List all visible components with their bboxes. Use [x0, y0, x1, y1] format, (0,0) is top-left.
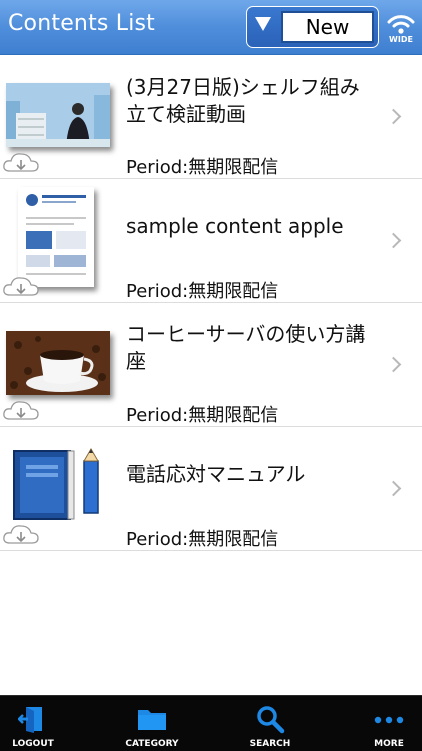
tab-search-label: SEARCH	[249, 739, 291, 749]
chevron-right-icon	[385, 356, 402, 373]
page-title: Contents List	[8, 11, 156, 36]
item-title: sample content apple	[126, 214, 344, 238]
dropdown-arrow-icon[interactable]	[255, 17, 271, 31]
chevron-right-icon	[385, 232, 402, 249]
search-icon	[257, 706, 285, 734]
list-item[interactable]: 電話応対マニュアル Period:無期限配信	[0, 427, 422, 551]
tab-search[interactable]: SEARCH	[230, 696, 310, 751]
item-title: (3月27日版)シェルフ組み立て検証動画	[126, 75, 360, 126]
item-title: 電話応対マニュアル	[126, 462, 306, 486]
logout-icon	[18, 707, 42, 733]
item-period: Period:無期限配信	[126, 405, 279, 426]
download-cloud-icon[interactable]	[1, 149, 41, 175]
sort-dropdown[interactable]: New	[246, 6, 379, 48]
more-icon	[374, 716, 404, 724]
tab-more[interactable]: MORE	[349, 696, 422, 751]
wifi-icon	[387, 15, 415, 34]
wifi-button[interactable]: WIDE	[384, 11, 418, 47]
download-cloud-icon[interactable]	[1, 397, 41, 423]
item-period: Period:無期限配信	[126, 529, 279, 550]
chevron-right-icon	[385, 480, 402, 497]
video-thumbnail	[6, 331, 110, 395]
wifi-label: WIDE	[389, 35, 413, 44]
tab-logout-label: LOGOUT	[12, 739, 54, 749]
video-thumbnail	[6, 83, 110, 147]
manual-thumbnail	[10, 447, 110, 523]
list-item[interactable]: (3月27日版)シェルフ組み立て検証動画 Period:無期限配信	[0, 55, 422, 179]
sort-value[interactable]: New	[281, 11, 374, 43]
list-item[interactable]: コーヒーサーバの使い方講座 Period:無期限配信	[0, 303, 422, 427]
chevron-right-icon	[385, 108, 402, 125]
tab-bar: LOGOUT CATEGORY SEARCH MORE	[0, 695, 422, 751]
document-thumbnail	[18, 187, 94, 287]
download-cloud-icon[interactable]	[1, 273, 41, 299]
folder-icon	[138, 710, 166, 730]
tab-category[interactable]: CATEGORY	[112, 696, 192, 751]
tab-more-label: MORE	[374, 739, 404, 749]
list-item[interactable]: sample content apple Period:無期限配信	[0, 179, 422, 303]
item-title: コーヒーサーバの使い方講座	[126, 322, 366, 373]
nav-bar: Contents List New WIDE	[0, 0, 422, 55]
tab-category-label: CATEGORY	[125, 739, 179, 749]
download-cloud-icon[interactable]	[1, 521, 41, 547]
tab-logout[interactable]: LOGOUT	[0, 696, 66, 751]
item-period: Period:無期限配信	[126, 281, 279, 302]
item-period: Period:無期限配信	[126, 157, 279, 178]
